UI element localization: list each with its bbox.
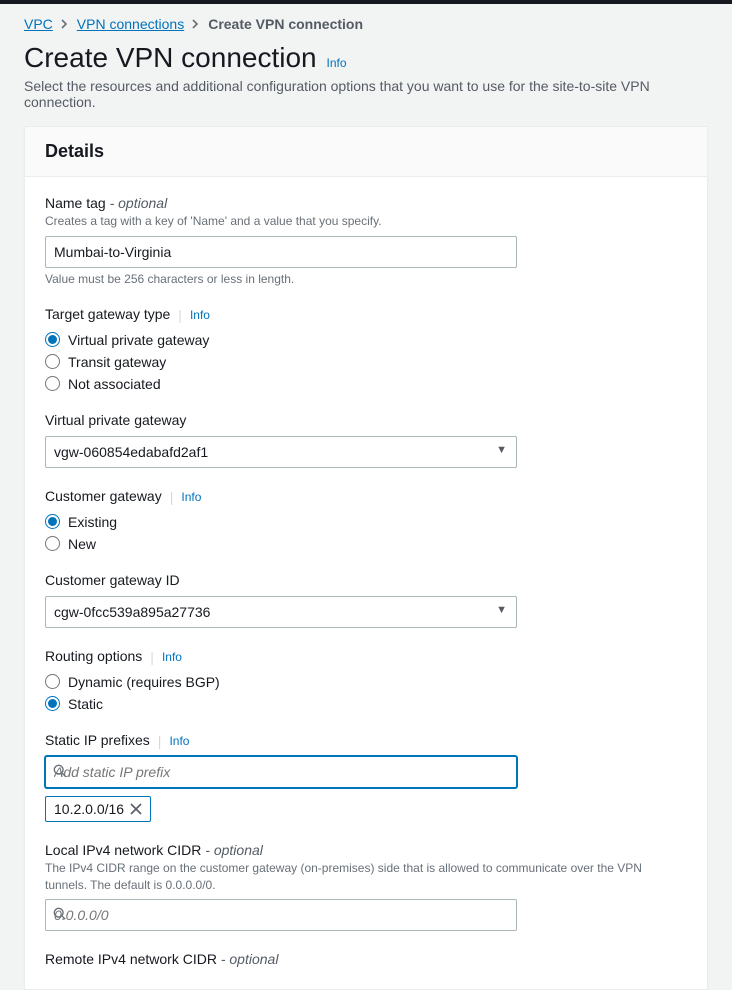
details-heading: Details <box>45 141 687 162</box>
radio-not-associated[interactable]: Not associated <box>45 376 687 392</box>
search-icon <box>53 764 67 778</box>
breadcrumb-link-vpc[interactable]: VPC <box>24 16 53 32</box>
radio-input-dynamic[interactable] <box>45 674 60 689</box>
breadcrumb-current: Create VPN connection <box>208 16 363 32</box>
static-ip-label: Static IP prefixes <box>45 732 150 748</box>
remote-ipv4-optional: - optional <box>217 951 278 967</box>
local-ipv4-label-text: Local IPv4 network CIDR <box>45 842 201 858</box>
vpg-select[interactable]: vgw-060854edabafd2af1 <box>45 436 517 468</box>
details-panel-header: Details <box>25 127 707 177</box>
page-info-link[interactable]: Info <box>327 56 347 70</box>
static-ip-input[interactable] <box>45 756 517 788</box>
radio-label-na: Not associated <box>68 376 161 392</box>
chevron-right-icon <box>61 19 69 29</box>
page-title: Create VPN connection <box>24 42 317 74</box>
radio-label-dynamic: Dynamic (requires BGP) <box>68 674 220 690</box>
name-tag-input[interactable] <box>45 236 517 268</box>
remote-ipv4-label-text: Remote IPv4 network CIDR <box>45 951 217 967</box>
radio-input-static[interactable] <box>45 696 60 711</box>
customer-gateway-info-link[interactable]: Info <box>181 490 201 504</box>
customer-gateway-label: Customer gateway <box>45 488 162 504</box>
radio-label-cgw-new: New <box>68 536 96 552</box>
target-gateway-type-label: Target gateway type <box>45 306 170 322</box>
radio-transit-gateway[interactable]: Transit gateway <box>45 354 687 370</box>
routing-info-link[interactable]: Info <box>162 650 182 664</box>
breadcrumb: VPC VPN connections Create VPN connectio… <box>24 16 708 32</box>
local-ipv4-input[interactable] <box>45 899 517 931</box>
radio-label-static: Static <box>68 696 103 712</box>
page-subtitle: Select the resources and additional conf… <box>24 78 708 110</box>
radio-label-vpg: Virtual private gateway <box>68 332 209 348</box>
radio-input-cgw-existing[interactable] <box>45 514 60 529</box>
radio-virtual-private-gateway[interactable]: Virtual private gateway <box>45 332 687 348</box>
name-tag-label: Name tag - optional <box>45 195 687 211</box>
divider-icon: | <box>158 733 162 749</box>
local-ipv4-optional: - optional <box>201 842 262 858</box>
radio-cgw-existing[interactable]: Existing <box>45 514 687 530</box>
local-ipv4-label: Local IPv4 network CIDR - optional <box>45 842 687 858</box>
name-tag-label-text: Name tag <box>45 195 106 211</box>
name-tag-desc: Creates a tag with a key of 'Name' and a… <box>45 213 687 230</box>
radio-input-na[interactable] <box>45 376 60 391</box>
static-ip-chip-text: 10.2.0.0/16 <box>54 801 124 817</box>
details-panel: Details Name tag - optional Creates a ta… <box>24 126 708 990</box>
search-icon <box>53 907 67 921</box>
static-ip-input-wrap <box>45 756 517 788</box>
static-ip-info-link[interactable]: Info <box>169 734 189 748</box>
radio-input-tgw[interactable] <box>45 354 60 369</box>
radio-input-cgw-new[interactable] <box>45 536 60 551</box>
remote-ipv4-label: Remote IPv4 network CIDR - optional <box>45 951 687 967</box>
local-ipv4-input-wrap <box>45 899 517 931</box>
radio-routing-static[interactable]: Static <box>45 696 687 712</box>
local-ipv4-desc: The IPv4 CIDR range on the customer gate… <box>45 860 687 894</box>
routing-label: Routing options <box>45 648 142 664</box>
cgw-id-select[interactable]: cgw-0fcc539a895a27736 <box>45 596 517 628</box>
divider-icon: | <box>170 489 174 505</box>
radio-input-vpg[interactable] <box>45 332 60 347</box>
cgw-id-select-value: cgw-0fcc539a895a27736 <box>54 604 210 620</box>
radio-label-cgw-existing: Existing <box>68 514 117 530</box>
divider-icon: | <box>150 649 154 665</box>
cgw-id-label: Customer gateway ID <box>45 572 687 588</box>
breadcrumb-link-vpn-connections[interactable]: VPN connections <box>77 16 184 32</box>
radio-label-tgw: Transit gateway <box>68 354 166 370</box>
close-icon[interactable] <box>130 803 142 815</box>
chevron-right-icon <box>192 19 200 29</box>
radio-routing-dynamic[interactable]: Dynamic (requires BGP) <box>45 674 687 690</box>
vpg-label: Virtual private gateway <box>45 412 687 428</box>
name-tag-hint: Value must be 256 characters or less in … <box>45 272 687 286</box>
vpg-select-value: vgw-060854edabafd2af1 <box>54 444 208 460</box>
radio-cgw-new[interactable]: New <box>45 536 687 552</box>
divider-icon: | <box>178 307 182 323</box>
target-gateway-type-info-link[interactable]: Info <box>190 308 210 322</box>
static-ip-chip: 10.2.0.0/16 <box>45 796 151 822</box>
name-tag-optional: - optional <box>106 195 167 211</box>
